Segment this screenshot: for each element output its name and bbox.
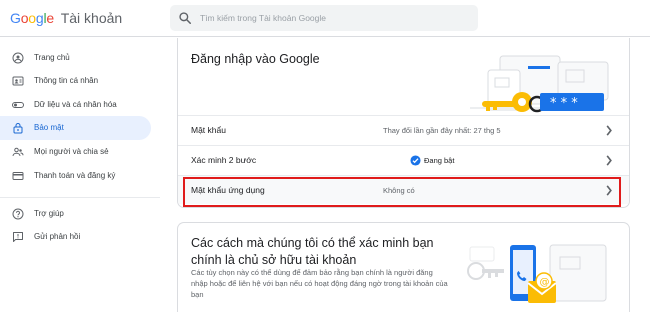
chevron-right-icon bbox=[606, 185, 612, 196]
app-header: Google Tài khoản bbox=[0, 0, 650, 37]
sidebar-item-home[interactable]: Trang chủ bbox=[0, 46, 151, 70]
sidebar-item-label: Thanh toán và đăng ký bbox=[34, 171, 116, 180]
sidebar-item-help[interactable]: Trợ giúp bbox=[0, 202, 151, 226]
google-account-logo[interactable]: Google Tài khoản bbox=[10, 10, 122, 26]
verify-card: Các cách mà chúng tôi có thể xác minh bạ… bbox=[177, 222, 630, 312]
row-value: Thay đổi lần gần đây nhất: 27 thg 5 bbox=[383, 126, 501, 135]
sidebar-item-feedback[interactable]: Gửi phản hồi bbox=[0, 225, 151, 249]
chevron-right-icon bbox=[606, 155, 612, 166]
sidebar-item-label: Trợ giúp bbox=[34, 209, 64, 218]
search-input[interactable] bbox=[200, 5, 470, 31]
verification-illustration: @ bbox=[467, 244, 607, 303]
row-two-step-verification[interactable]: Xác minh 2 bước Đang bật bbox=[178, 145, 629, 174]
help-icon bbox=[12, 208, 24, 220]
feedback-icon bbox=[13, 232, 23, 242]
person-id-icon bbox=[12, 76, 24, 86]
app-name: Tài khoản bbox=[60, 10, 123, 26]
people-icon bbox=[12, 147, 24, 157]
sidebar-divider bbox=[0, 197, 160, 198]
sidebar-item-label: Bảo mật bbox=[34, 123, 64, 132]
home-icon bbox=[12, 52, 24, 64]
sidebar-item-data-personalization[interactable]: Dữ liệu và cá nhân hóa bbox=[0, 93, 151, 117]
sidebar-nav: Trang chủ Thông tin cá nhân Dữ liệu và c… bbox=[0, 38, 160, 312]
row-label: Xác minh 2 bước bbox=[191, 155, 257, 165]
row-value: Không có bbox=[383, 186, 415, 195]
sidebar-item-payments[interactable]: Thanh toán và đăng ký bbox=[0, 164, 151, 188]
search-icon[interactable] bbox=[178, 11, 192, 25]
sidebar-item-label: Trang chủ bbox=[34, 53, 70, 62]
google-logo-text: Google bbox=[10, 10, 54, 26]
card-title: Các cách mà chúng tôi có thể xác minh bạ… bbox=[191, 236, 434, 267]
sidebar-item-label: Mọi người và chia sẻ bbox=[34, 147, 109, 156]
check-circle-icon bbox=[410, 155, 421, 166]
credit-card-icon bbox=[12, 172, 24, 180]
lock-icon bbox=[13, 123, 23, 134]
row-label: Mật khẩu bbox=[191, 125, 226, 135]
svg-text:* * *: * * * bbox=[550, 96, 578, 111]
sidebar-item-security[interactable]: Bảo mật bbox=[0, 116, 151, 140]
toggle-icon bbox=[12, 102, 24, 108]
chevron-right-icon bbox=[606, 125, 612, 136]
svg-text:@: @ bbox=[540, 277, 550, 288]
security-illustration: * * * bbox=[470, 55, 609, 113]
card-description: Các tùy chọn này có thể dùng để đảm bảo … bbox=[191, 268, 448, 299]
row-value: Đang bật bbox=[424, 156, 455, 165]
sidebar-item-label: Gửi phản hồi bbox=[34, 232, 81, 241]
sidebar-item-personal-info[interactable]: Thông tin cá nhân bbox=[0, 69, 151, 93]
sidebar-item-label: Thông tin cá nhân bbox=[34, 76, 99, 85]
sidebar-item-label: Dữ liệu và cá nhân hóa bbox=[34, 100, 117, 109]
row-app-passwords[interactable]: Mật khẩu ứng dụng Không có bbox=[178, 175, 629, 204]
search-box[interactable] bbox=[170, 5, 478, 31]
card-title: Đăng nhập vào Google bbox=[191, 52, 320, 66]
sidebar-item-people-sharing[interactable]: Mọi người và chia sẻ bbox=[0, 140, 151, 164]
row-label: Mật khẩu ứng dụng bbox=[191, 185, 265, 195]
signin-card: Đăng nhập vào Google * * * Mật khẩu Thay… bbox=[177, 38, 630, 208]
row-password[interactable]: Mật khẩu Thay đổi lần gần đây nhất: 27 t… bbox=[178, 115, 629, 144]
